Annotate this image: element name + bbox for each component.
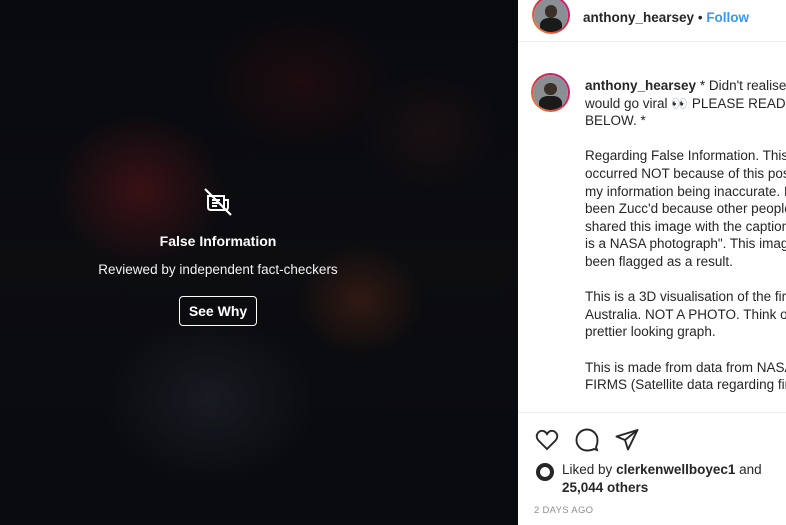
avatar[interactable] [532, 0, 570, 34]
caption-paragraph: Regarding False Information. This has oc… [585, 148, 786, 269]
likes-text: Liked by clerkenwellboyec1 and 25,044 ot… [562, 461, 777, 497]
see-why-button[interactable]: See Why [178, 296, 258, 326]
post-side-panel: anthony_hearsey • Follow anthony_hearsey… [518, 0, 786, 525]
header-user-line: anthony_hearsey • Follow [583, 10, 749, 25]
caption-intro-paragraph: anthony_hearsey * Didn't realise this wo… [585, 77, 786, 130]
likes-count[interactable]: 25,044 others [562, 480, 648, 495]
caption-avatar[interactable] [531, 73, 570, 112]
liker-avatar[interactable] [536, 463, 554, 481]
post-media: False Information Reviewed by independen… [0, 0, 518, 525]
likes-prefix: Liked by [562, 462, 613, 477]
caption-area[interactable]: anthony_hearsey * Didn't realise this wo… [518, 62, 786, 412]
header-separator: • [697, 10, 703, 25]
false-info-icon [201, 185, 235, 219]
header-username[interactable]: anthony_hearsey [583, 10, 694, 25]
share-icon[interactable] [614, 427, 640, 453]
comment-icon[interactable] [574, 427, 600, 453]
follow-button[interactable]: Follow [706, 10, 749, 25]
caption-paragraph: This is made from data from NASA FIRMS (… [585, 359, 786, 393]
heart-icon[interactable] [534, 427, 560, 453]
caption-username[interactable]: anthony_hearsey [585, 78, 696, 93]
caption-paragraph: This is a 3D visualisation of the fires … [585, 289, 786, 340]
liker-username[interactable]: clerkenwellboyec1 [616, 462, 735, 477]
post-timestamp[interactable]: 2 DAYS AGO [534, 505, 593, 516]
post-header: anthony_hearsey • Follow [518, 0, 786, 42]
action-bar: Liked by clerkenwellboyec1 and 25,044 ot… [518, 412, 786, 525]
likes-and: and [739, 462, 762, 477]
fact-check-subtitle: Reviewed by independent fact-checkers [98, 262, 338, 277]
fact-check-notice: False Information Reviewed by independen… [0, 185, 436, 326]
fact-check-title: False Information [159, 233, 277, 249]
caption-text: anthony_hearsey * Didn't realise this wo… [585, 77, 786, 411]
